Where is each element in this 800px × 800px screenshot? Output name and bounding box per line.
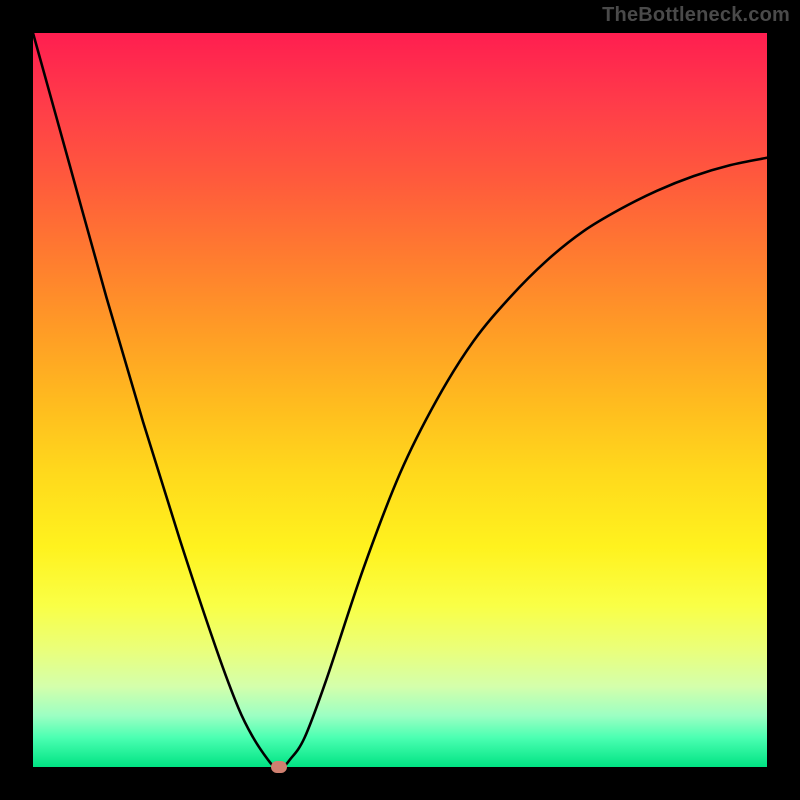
watermark-text: TheBottleneck.com (602, 4, 790, 27)
optimal-point-marker (271, 761, 287, 773)
chart-frame: TheBottleneck.com (0, 0, 800, 800)
plot-area (33, 33, 767, 767)
bottleneck-curve (33, 33, 767, 767)
